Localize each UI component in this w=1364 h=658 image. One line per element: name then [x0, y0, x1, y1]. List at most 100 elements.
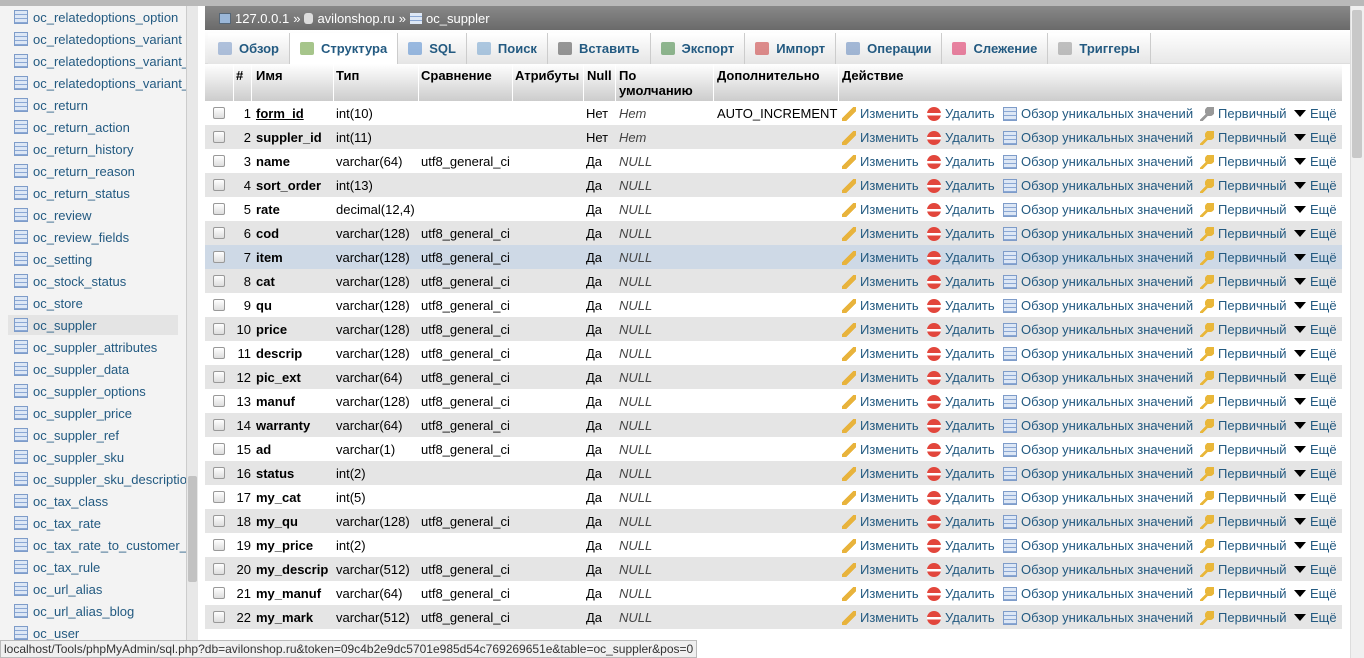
row-checkbox[interactable] [213, 275, 225, 287]
tab-structure[interactable]: Структура [290, 33, 399, 64]
action-browse-button[interactable]: Обзор уникальных значений [1003, 394, 1193, 409]
action-drop-button[interactable]: Удалить [927, 466, 995, 481]
action-edit-button[interactable]: Изменить [842, 610, 919, 625]
action-browse-button[interactable]: Обзор уникальных значений [1003, 226, 1193, 241]
action-more-button[interactable]: Ещё [1294, 418, 1337, 433]
action-browse-button[interactable]: Обзор уникальных значений [1003, 466, 1193, 481]
sidebar-item-oc_stock_status[interactable]: oc_stock_status [14, 271, 126, 291]
action-drop-button[interactable]: Удалить [927, 106, 995, 121]
action-edit-button[interactable]: Изменить [842, 130, 919, 145]
sidebar-item-oc_tax_rate_to_customer_[interactable]: oc_tax_rate_to_customer_ [14, 535, 186, 555]
action-drop-button[interactable]: Удалить [927, 562, 995, 577]
row-checkbox[interactable] [213, 347, 225, 359]
action-edit-button[interactable]: Изменить [842, 322, 919, 337]
action-browse-button[interactable]: Обзор уникальных значений [1003, 562, 1193, 577]
sidebar-item-oc_suppler_attributes[interactable]: oc_suppler_attributes [14, 337, 157, 357]
action-browse-button[interactable]: Обзор уникальных значений [1003, 178, 1193, 193]
action-edit-button[interactable]: Изменить [842, 154, 919, 169]
sidebar-item-oc_suppler[interactable]: oc_suppler [8, 315, 178, 335]
row-checkbox[interactable] [213, 443, 225, 455]
sidebar-item-oc_suppler_price[interactable]: oc_suppler_price [14, 403, 132, 423]
action-drop-button[interactable]: Удалить [927, 586, 995, 601]
action-primary-button[interactable]: Первичный [1200, 202, 1287, 217]
action-edit-button[interactable]: Изменить [842, 370, 919, 385]
action-primary-button[interactable]: Первичный [1200, 106, 1287, 121]
row-checkbox[interactable] [213, 491, 225, 503]
action-browse-button[interactable]: Обзор уникальных значений [1003, 610, 1193, 625]
action-edit-button[interactable]: Изменить [842, 274, 919, 289]
action-browse-button[interactable]: Обзор уникальных значений [1003, 514, 1193, 529]
action-drop-button[interactable]: Удалить [927, 298, 995, 313]
row-checkbox[interactable] [213, 107, 225, 119]
sidebar-item-oc_tax_class[interactable]: oc_tax_class [14, 491, 108, 511]
action-more-button[interactable]: Ещё [1294, 178, 1337, 193]
action-more-button[interactable]: Ещё [1294, 130, 1337, 145]
action-browse-button[interactable]: Обзор уникальных значений [1003, 586, 1193, 601]
tab-triggers[interactable]: Триггеры [1048, 33, 1151, 64]
row-checkbox[interactable] [213, 515, 225, 527]
breadcrumb-table[interactable]: oc_suppler [426, 11, 490, 26]
action-primary-button[interactable]: Первичный [1200, 322, 1287, 337]
action-primary-button[interactable]: Первичный [1200, 298, 1287, 313]
action-browse-button[interactable]: Обзор уникальных значений [1003, 346, 1193, 361]
action-browse-button[interactable]: Обзор уникальных значений [1003, 442, 1193, 457]
action-edit-button[interactable]: Изменить [842, 442, 919, 457]
sidebar-item-oc_store[interactable]: oc_store [14, 293, 83, 313]
action-primary-button[interactable]: Первичный [1200, 346, 1287, 361]
sidebar-item-oc_url_alias[interactable]: oc_url_alias [14, 579, 102, 599]
action-primary-button[interactable]: Первичный [1200, 130, 1287, 145]
action-more-button[interactable]: Ещё [1294, 442, 1337, 457]
action-more-button[interactable]: Ещё [1294, 226, 1337, 241]
action-primary-button[interactable]: Первичный [1200, 370, 1287, 385]
action-drop-button[interactable]: Удалить [927, 226, 995, 241]
action-more-button[interactable]: Ещё [1294, 322, 1337, 337]
action-more-button[interactable]: Ещё [1294, 514, 1337, 529]
sidebar-item-oc_relatedoptions_variant_[interactable]: oc_relatedoptions_variant_ [14, 51, 186, 71]
tab-operations[interactable]: Операции [836, 33, 943, 64]
action-more-button[interactable]: Ещё [1294, 538, 1337, 553]
sidebar-item-oc_return_reason[interactable]: oc_return_reason [14, 161, 135, 181]
sidebar-item-oc_tax_rule[interactable]: oc_tax_rule [14, 557, 100, 577]
main-scrollbar-thumb[interactable] [1352, 10, 1362, 158]
action-browse-button[interactable]: Обзор уникальных значений [1003, 106, 1193, 121]
row-checkbox[interactable] [213, 587, 225, 599]
action-edit-button[interactable]: Изменить [842, 178, 919, 193]
sidebar-item-oc_suppler_ref[interactable]: oc_suppler_ref [14, 425, 119, 445]
action-more-button[interactable]: Ещё [1294, 346, 1337, 361]
action-primary-button[interactable]: Первичный [1200, 490, 1287, 505]
action-drop-button[interactable]: Удалить [927, 442, 995, 457]
action-more-button[interactable]: Ещё [1294, 154, 1337, 169]
action-drop-button[interactable]: Удалить [927, 394, 995, 409]
action-edit-button[interactable]: Изменить [842, 394, 919, 409]
action-browse-button[interactable]: Обзор уникальных значений [1003, 154, 1193, 169]
row-checkbox[interactable] [213, 203, 225, 215]
action-more-button[interactable]: Ещё [1294, 394, 1337, 409]
action-more-button[interactable]: Ещё [1294, 610, 1337, 625]
action-more-button[interactable]: Ещё [1294, 202, 1337, 217]
row-checkbox[interactable] [213, 179, 225, 191]
tab-browse[interactable]: Обзор [208, 33, 290, 64]
action-more-button[interactable]: Ещё [1294, 586, 1337, 601]
action-drop-button[interactable]: Удалить [927, 322, 995, 337]
sidebar-item-oc_suppler_sku[interactable]: oc_suppler_sku [14, 447, 124, 467]
action-edit-button[interactable]: Изменить [842, 202, 919, 217]
action-drop-button[interactable]: Удалить [927, 418, 995, 433]
row-checkbox[interactable] [213, 611, 225, 623]
action-browse-button[interactable]: Обзор уникальных значений [1003, 538, 1193, 553]
row-checkbox[interactable] [213, 395, 225, 407]
row-checkbox[interactable] [213, 227, 225, 239]
action-drop-button[interactable]: Удалить [927, 202, 995, 217]
action-drop-button[interactable]: Удалить [927, 538, 995, 553]
action-primary-button[interactable]: Первичный [1200, 394, 1287, 409]
action-primary-button[interactable]: Первичный [1200, 538, 1287, 553]
action-edit-button[interactable]: Изменить [842, 346, 919, 361]
sidebar-scrollbar-thumb[interactable] [188, 476, 197, 582]
action-more-button[interactable]: Ещё [1294, 250, 1337, 265]
tab-search[interactable]: Поиск [466, 33, 548, 64]
row-checkbox[interactable] [213, 323, 225, 335]
row-checkbox[interactable] [213, 539, 225, 551]
row-checkbox[interactable] [213, 251, 225, 263]
action-more-button[interactable]: Ещё [1294, 562, 1337, 577]
action-edit-button[interactable]: Изменить [842, 562, 919, 577]
row-checkbox[interactable] [213, 563, 225, 575]
